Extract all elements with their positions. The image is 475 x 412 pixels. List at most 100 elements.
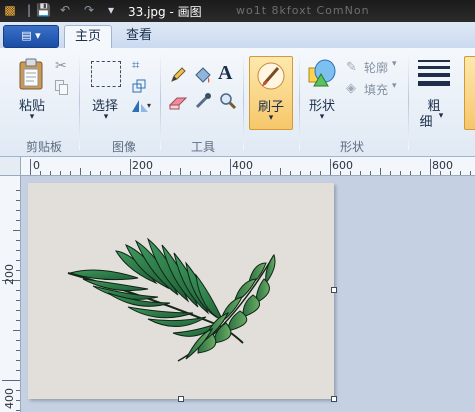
- ruler-minor-tick: [380, 168, 381, 175]
- ruler-minor-tick: [70, 171, 71, 175]
- copy-icon[interactable]: [55, 80, 68, 95]
- ruler-minor-tick: [80, 168, 81, 175]
- ruler-minor-tick: [160, 171, 161, 175]
- app-menu-button[interactable]: ▤ ▾: [3, 25, 59, 48]
- tab-home[interactable]: 主页: [64, 25, 112, 49]
- color-picker-icon[interactable]: [194, 92, 212, 110]
- ruler-minor-ticks: [0, 175, 20, 412]
- cut-icon[interactable]: ✂: [55, 58, 67, 74]
- select-icon[interactable]: [91, 61, 121, 87]
- clipboard-group-label: 剪贴板: [25, 140, 62, 154]
- qa-customize-icon[interactable]: ▾: [104, 3, 118, 17]
- ruler-minor-tick: [16, 370, 20, 371]
- magnifier-icon[interactable]: [219, 92, 237, 110]
- ruler-minor-tick: [13, 230, 20, 231]
- drawing-canvas[interactable]: [28, 183, 337, 402]
- ruler-minor-tick: [13, 330, 20, 331]
- size-icon[interactable]: [418, 58, 450, 86]
- ruler-minor-tick: [240, 171, 241, 175]
- save-icon[interactable]: 💾: [36, 3, 51, 17]
- ruler-minor-tick: [460, 171, 461, 175]
- ruler-minor-tick: [220, 171, 221, 175]
- ruler-minor-tick: [310, 171, 311, 175]
- fill-icon[interactable]: ◈: [346, 81, 356, 96]
- ruler-minor-tick: [60, 171, 61, 175]
- paste-icon[interactable]: [18, 58, 44, 90]
- group-separator: [408, 54, 409, 150]
- fill-dropdown-icon[interactable]: ▾: [392, 81, 397, 91]
- size-dropdown-icon[interactable]: ▾: [434, 111, 448, 121]
- fill-bucket-icon[interactable]: [193, 65, 213, 85]
- outline-button[interactable]: 轮廓: [364, 59, 388, 76]
- ruler-minor-tick: [16, 410, 20, 411]
- ruler-minor-tick: [16, 350, 20, 351]
- outline-icon[interactable]: ✎: [346, 60, 357, 75]
- ruler-corner: [0, 157, 21, 176]
- redo-icon[interactable]: ↷: [82, 3, 96, 17]
- ruler-minor-tick: [16, 390, 20, 391]
- ruler-minor-tick: [180, 168, 181, 175]
- size-label-line2[interactable]: 细: [416, 111, 436, 130]
- select-dropdown-icon[interactable]: ▾: [98, 112, 114, 122]
- ruler-minor-tick: [150, 171, 151, 175]
- ruler-minor-tick: [16, 200, 20, 201]
- ruler-minor-tick: [200, 171, 201, 175]
- text-tool-icon[interactable]: A: [218, 62, 232, 85]
- ruler-minor-tick: [50, 171, 51, 175]
- eraser-icon[interactable]: [168, 95, 188, 110]
- brush-button[interactable]: 刷子 ▾: [249, 56, 293, 130]
- window-title: 33.jpg - 画图: [128, 5, 202, 19]
- group-separator: [299, 54, 300, 150]
- blurred-title-area: wo1t 8kfoxt ComNon: [236, 4, 370, 17]
- paste-dropdown-icon[interactable]: ▾: [24, 112, 40, 122]
- ruler-minor-tick: [190, 171, 191, 175]
- shapes-group-label: 形状: [339, 140, 364, 154]
- ribbon: 粘贴 ▾ ✂ 剪贴板 选择 ▾ ⌗ ▾ 图像 A 工具 刷子 ▾ 形状 ▾ ✎ …: [0, 48, 475, 157]
- shapes-icon[interactable]: [308, 58, 336, 88]
- ruler-minor-tick: [16, 220, 20, 221]
- ruler-minor-tick: [170, 171, 171, 175]
- ruler-minor-tick: [110, 171, 111, 175]
- rotate-icon[interactable]: ▾: [130, 98, 152, 114]
- group-separator: [243, 54, 244, 150]
- group-separator: [79, 54, 80, 150]
- ruler-minor-tick: [16, 190, 20, 191]
- resize-handle-right[interactable]: [331, 287, 337, 293]
- ruler-minor-tick: [210, 171, 211, 175]
- tab-view[interactable]: 查看: [116, 25, 162, 48]
- brush-icon: [256, 61, 286, 91]
- ruler-minor-tick: [350, 171, 351, 175]
- ruler-minor-tick: [16, 270, 20, 271]
- ruler-minor-tick: [140, 171, 141, 175]
- ruler-minor-tick: [16, 360, 20, 361]
- ruler-minor-tick: [16, 260, 20, 261]
- ruler-minor-ticks: [0, 157, 475, 175]
- resize-icon[interactable]: [132, 78, 146, 93]
- ruler-minor-tick: [410, 171, 411, 175]
- ruler-minor-tick: [270, 171, 271, 175]
- ruler-minor-tick: [16, 210, 20, 211]
- ruler-minor-tick: [370, 171, 371, 175]
- shapes-dropdown-icon[interactable]: ▾: [314, 112, 330, 122]
- ruler-minor-tick: [250, 171, 251, 175]
- ruler-minor-tick: [290, 171, 291, 175]
- ruler-minor-tick: [90, 171, 91, 175]
- brush-dropdown-icon: ▾: [268, 113, 274, 123]
- ribbon-tab-row: ▤ ▾ 主页 查看: [0, 22, 475, 49]
- undo-icon[interactable]: ↶: [58, 3, 72, 17]
- outline-dropdown-icon[interactable]: ▾: [392, 59, 397, 69]
- pencil-icon[interactable]: [169, 66, 187, 84]
- horizontal-ruler: 0 200 400 600 800: [0, 157, 475, 176]
- resize-handle-corner[interactable]: [331, 396, 337, 402]
- resize-handle-bottom[interactable]: [178, 396, 184, 402]
- crop-icon[interactable]: ⌗: [132, 58, 139, 73]
- ruler-minor-tick: [16, 310, 20, 311]
- ruler-minor-tick: [280, 168, 281, 175]
- leaf-illustration: [67, 237, 276, 362]
- fill-button[interactable]: 填充: [364, 81, 388, 98]
- color1-button[interactable]: [464, 56, 475, 130]
- ruler-minor-tick: [340, 171, 341, 175]
- ruler-minor-tick: [390, 171, 391, 175]
- ruler-minor-tick: [16, 300, 20, 301]
- ruler-minor-tick: [16, 290, 20, 291]
